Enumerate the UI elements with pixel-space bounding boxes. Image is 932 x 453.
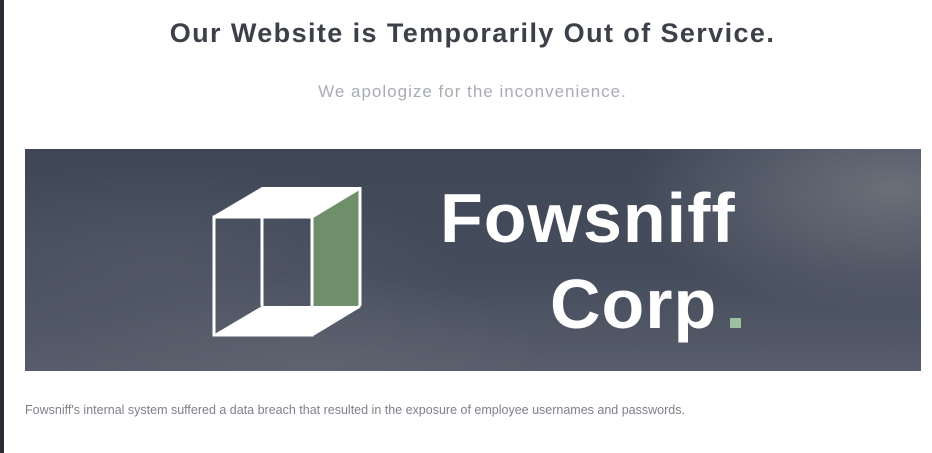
page: Our Website is Temporarily Out of Servic…	[0, 0, 932, 453]
brand-name-line-2: Corp	[550, 265, 718, 343]
window-edge	[0, 0, 4, 453]
brand-name-line-1: Fowsniff	[440, 179, 736, 257]
brand-dot	[730, 318, 741, 328]
brand-banner: Fowsniff Corp	[25, 149, 921, 371]
breach-notice: Fowsniff's internal system suffered a da…	[25, 403, 685, 417]
page-subtitle: We apologize for the inconvenience.	[318, 82, 627, 101]
page-title: Our Website is Temporarily Out of Servic…	[169, 18, 776, 48]
